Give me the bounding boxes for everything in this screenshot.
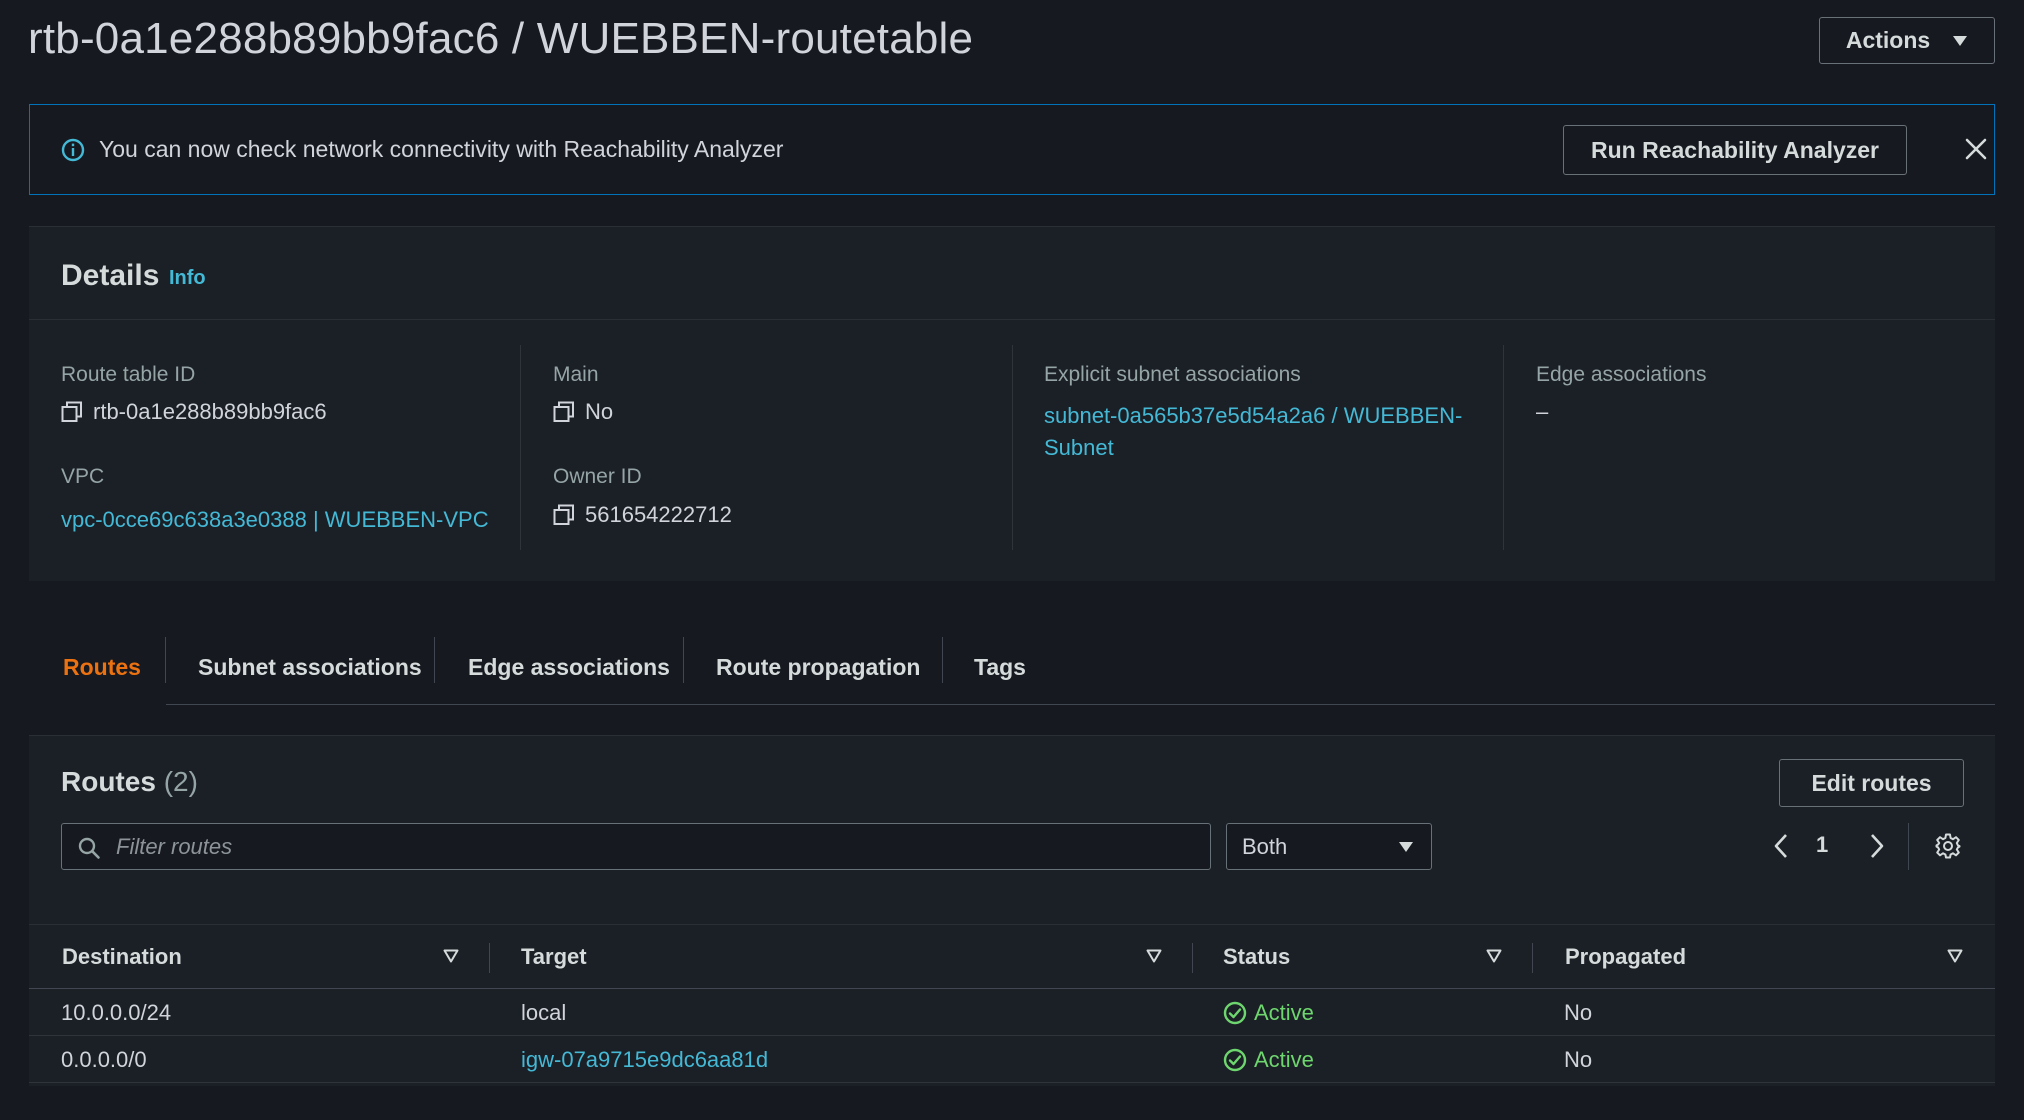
route-table-id-value: rtb-0a1e288b89bb9fac6: [61, 399, 327, 425]
table-header: Destination Target Status Propagated: [29, 924, 1995, 989]
target-link[interactable]: igw-07a9715e9dc6aa81d: [521, 1036, 768, 1083]
tab-separator: [683, 637, 684, 683]
status-text: Active: [1254, 1046, 1314, 1072]
column-header-target[interactable]: Target: [521, 925, 587, 989]
routes-title: Routes: [61, 766, 156, 797]
sort-icon[interactable]: [1146, 949, 1162, 963]
search-icon: [78, 837, 100, 859]
main-text: No: [585, 399, 614, 424]
explicit-subnet-link[interactable]: subnet-0a565b37e5d54a2a6 / WUEBBEN-Subne…: [1044, 400, 1484, 464]
sort-icon[interactable]: [1947, 949, 1963, 963]
tab-routes[interactable]: Routes: [63, 630, 141, 705]
routes-heading: Routes (2): [61, 766, 198, 798]
propagated-cell: No: [1564, 999, 1593, 1025]
edge-associations-value: –: [1536, 399, 1549, 424]
sort-icon[interactable]: [1486, 949, 1502, 963]
copy-icon[interactable]: [553, 401, 575, 423]
main-label: Main: [553, 363, 599, 386]
check-circle-icon: [1223, 1001, 1247, 1024]
filter-routes-box: [61, 823, 1211, 870]
tab-separator: [165, 637, 166, 683]
propagated-cell: No: [1564, 1046, 1593, 1072]
column-separator: [489, 943, 490, 973]
target-cell: local: [521, 999, 567, 1025]
column-header-destination[interactable]: Destination: [62, 925, 182, 989]
column-divider: [1012, 345, 1013, 550]
owner-id-text: 561654222712: [585, 502, 732, 527]
tab-separator: [434, 637, 435, 683]
owner-id-label: Owner ID: [553, 465, 642, 488]
tab-route-propagation[interactable]: Route propagation: [716, 630, 920, 705]
main-value: No: [553, 399, 613, 425]
caret-down-icon: [1953, 35, 1968, 46]
details-heading: Details: [61, 259, 160, 292]
actions-button[interactable]: Actions: [1819, 17, 1995, 64]
vpc-link[interactable]: vpc-0cce69c638a3e0388 | WUEBBEN-VPC: [61, 504, 489, 536]
check-circle-icon: [1223, 1048, 1247, 1071]
details-info-link[interactable]: Info: [169, 267, 206, 290]
column-header-propagated[interactable]: Propagated: [1565, 925, 1686, 989]
info-banner: You can now check network connectivity w…: [29, 104, 1995, 195]
gear-icon[interactable]: [1935, 833, 1961, 859]
destination-cell: 0.0.0.0/0: [61, 1046, 147, 1072]
divider: [29, 319, 1995, 320]
divider: [1908, 823, 1909, 870]
edge-associations-label: Edge associations: [1536, 363, 1707, 386]
table-row: 10.0.0.0/24 local Active No: [29, 989, 1995, 1036]
route-table-id-label: Route table ID: [61, 363, 196, 386]
caret-down-icon: [1399, 842, 1413, 852]
column-separator: [1532, 943, 1533, 973]
status-cell: Active: [1223, 989, 1314, 1036]
explicit-subnet-associations-label: Explicit subnet associations: [1044, 363, 1301, 386]
routes-count: (2): [163, 766, 198, 797]
route-table-id-text: rtb-0a1e288b89bb9fac6: [93, 399, 327, 424]
status-cell: Active: [1223, 1036, 1314, 1083]
active-tab-indicator: [30, 702, 166, 705]
tab-tags[interactable]: Tags: [974, 630, 1026, 705]
sort-icon[interactable]: [443, 949, 459, 963]
tab-subnet-associations[interactable]: Subnet associations: [198, 630, 422, 705]
close-icon[interactable]: [1964, 137, 1988, 161]
details-panel: Details Info Route table ID rtb-0a1e288b…: [29, 226, 1995, 581]
route-type-select[interactable]: Both: [1226, 823, 1432, 870]
actions-label: Actions: [1845, 27, 1931, 53]
current-page[interactable]: 1: [1816, 832, 1828, 858]
vpc-label: VPC: [61, 465, 105, 488]
filter-routes-input[interactable]: [116, 824, 1196, 869]
owner-id-value: 561654222712: [553, 502, 732, 528]
banner-message: You can now check network connectivity w…: [99, 136, 784, 162]
column-divider: [1503, 345, 1504, 550]
run-reachability-analyzer-button[interactable]: Run Reachability Analyzer: [1563, 125, 1907, 175]
page-title: rtb-0a1e288b89bb9fac6 / WUEBBEN-routetab…: [28, 14, 974, 63]
column-separator: [1192, 943, 1193, 973]
destination-cell: 10.0.0.0/24: [61, 999, 172, 1025]
copy-icon[interactable]: [61, 401, 83, 423]
table-row: 0.0.0.0/0 igw-07a9715e9dc6aa81d Active N…: [29, 1036, 1995, 1083]
column-divider: [520, 345, 521, 550]
chevron-left-icon[interactable]: [1772, 833, 1790, 859]
tab-bar: Routes Subnet associations Edge associat…: [30, 630, 1995, 705]
copy-icon[interactable]: [553, 504, 575, 526]
tab-separator: [942, 637, 943, 683]
tab-edge-associations[interactable]: Edge associations: [468, 630, 670, 705]
routes-panel: Routes (2) Edit routes Both 1 Destinatio…: [29, 735, 1995, 1086]
edit-routes-button[interactable]: Edit routes: [1779, 759, 1964, 807]
route-type-select-value: Both: [1242, 833, 1288, 859]
info-circle-icon: [61, 138, 85, 162]
status-text: Active: [1254, 999, 1314, 1025]
column-header-status[interactable]: Status: [1223, 925, 1290, 989]
chevron-right-icon[interactable]: [1868, 833, 1886, 859]
